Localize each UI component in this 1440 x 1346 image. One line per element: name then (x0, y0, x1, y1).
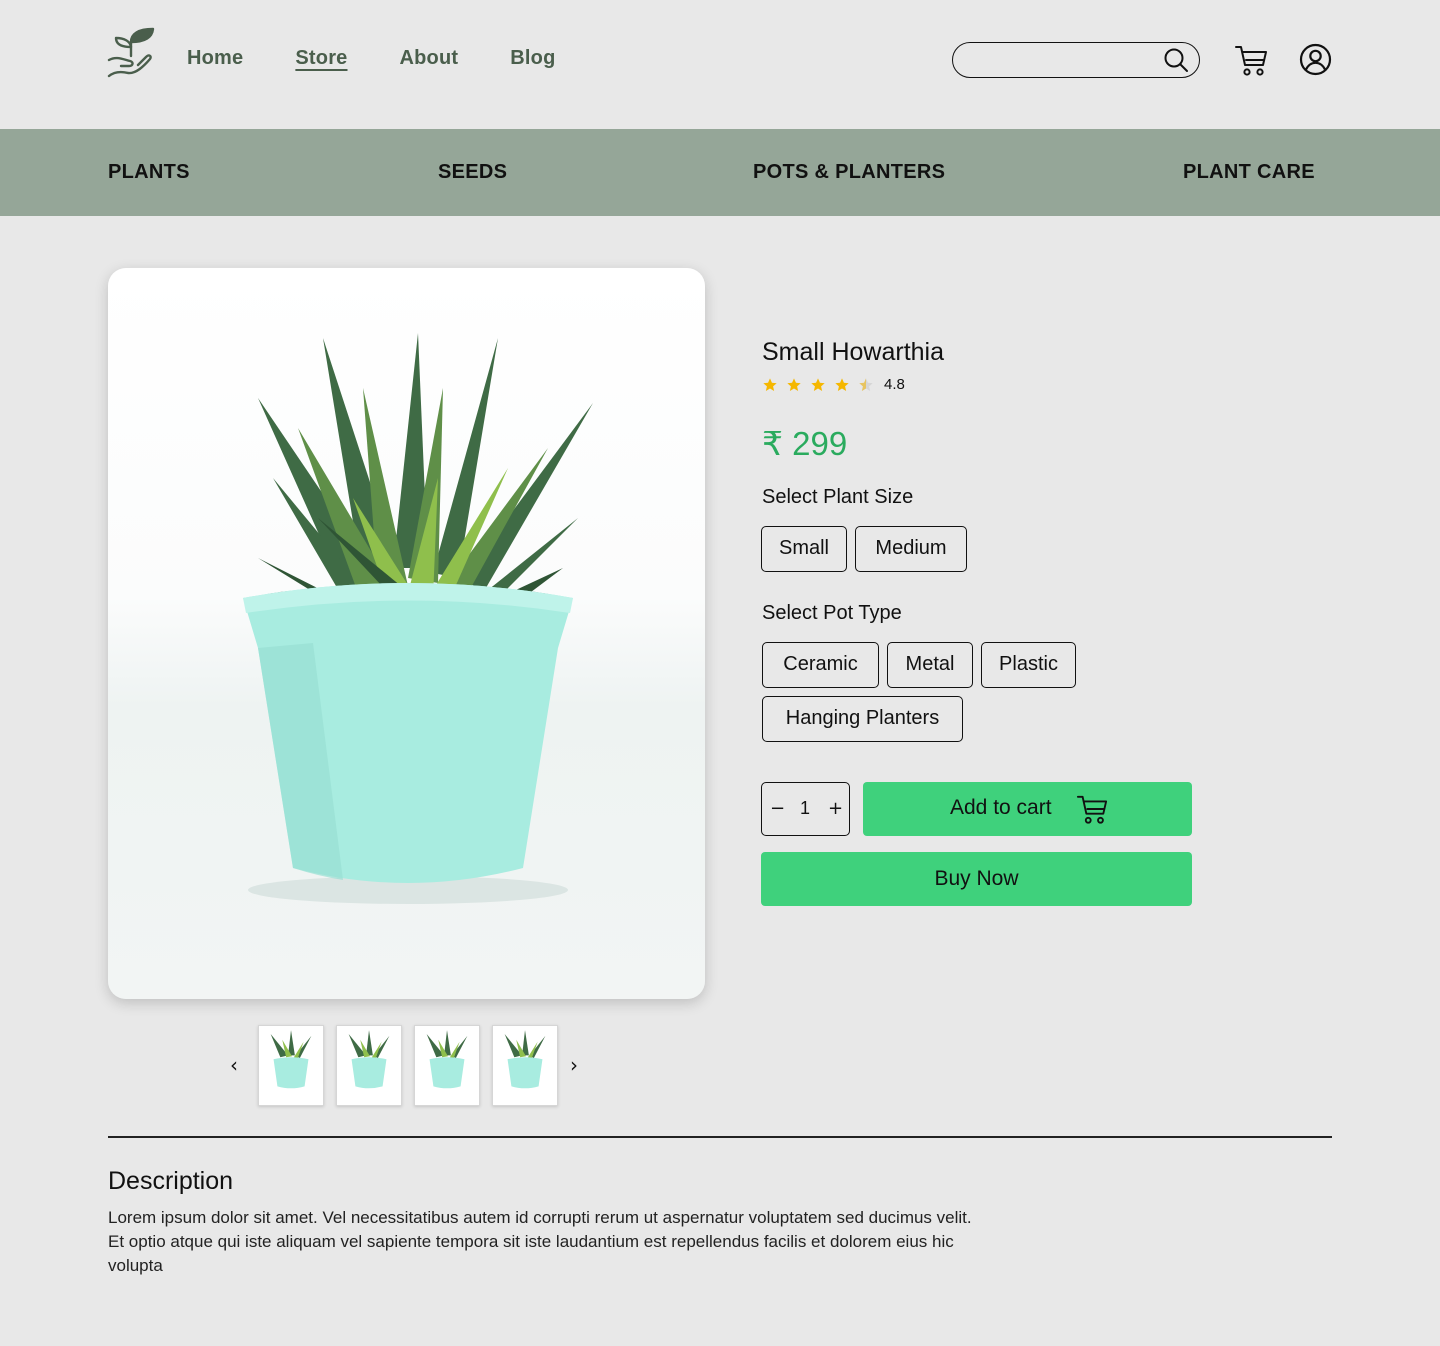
search-input[interactable] (967, 49, 1157, 71)
nav-store[interactable]: Store (295, 47, 347, 70)
product-title: Small Howarthia (762, 338, 945, 366)
star-half-icon (859, 377, 873, 391)
thumbnail-3[interactable] (414, 1025, 480, 1106)
thumbnail-4[interactable] (492, 1025, 558, 1106)
pot-option-plastic[interactable]: Plastic (981, 642, 1076, 688)
category-seeds[interactable]: SEEDS (438, 161, 507, 184)
cart-icon (1076, 795, 1108, 824)
star-icon (835, 377, 849, 391)
qty-value[interactable]: 1 (800, 798, 810, 819)
star-icon (811, 377, 825, 391)
star-icon (763, 377, 777, 391)
category-pots-planters[interactable]: POTS & PLANTERS (753, 161, 945, 184)
cart-icon[interactable] (1234, 43, 1268, 77)
seedling-hand-logo[interactable] (106, 26, 156, 80)
star-icon (787, 377, 801, 391)
buy-now-button[interactable]: Buy Now (761, 852, 1192, 906)
size-option-medium[interactable]: Medium (855, 526, 967, 572)
main-nav: Home Store About Blog (187, 47, 556, 70)
nav-blog[interactable]: Blog (510, 47, 555, 70)
product-rating: 4.8 (762, 376, 905, 393)
description-title: Description (108, 1167, 234, 1195)
product-main-image (108, 268, 705, 999)
description-text: Lorem ipsum dolor sit amet. Vel necessit… (108, 1208, 972, 1275)
product-price: ₹ 299 (762, 425, 848, 462)
size-option-small[interactable]: Small (761, 526, 847, 572)
pot-option-hanging-planters[interactable]: Hanging Planters (762, 696, 963, 742)
pot-option-ceramic[interactable]: Ceramic (762, 642, 879, 688)
user-icon[interactable] (1299, 43, 1332, 76)
thumbnail-1[interactable] (258, 1025, 324, 1106)
plant-illustration (243, 333, 593, 904)
pot-option-metal[interactable]: Metal (887, 642, 973, 688)
thumbnail-carousel: ‹ › (226, 1025, 586, 1107)
category-plants[interactable]: PLANTS (108, 161, 190, 184)
nav-home[interactable]: Home (187, 47, 243, 70)
size-label: Select Plant Size (762, 486, 914, 508)
qty-decrease-button[interactable]: − (770, 798, 785, 819)
thumbnail-plant-image (504, 1030, 546, 1089)
thumb-next-button[interactable]: › (570, 1053, 578, 1077)
thumbnail-plant-image (348, 1030, 390, 1089)
thumbnail-plant-image (270, 1030, 312, 1089)
quantity-stepper: − 1 + (761, 782, 850, 836)
rating-value: 4.8 (884, 376, 905, 393)
search-icon[interactable] (1163, 47, 1189, 73)
pot-type-label: Select Pot Type (762, 602, 902, 624)
search-box (952, 42, 1200, 78)
section-divider (108, 1136, 1332, 1138)
qty-increase-button[interactable]: + (828, 798, 843, 819)
category-bar: PLANTS SEEDS POTS & PLANTERS PLANT CARE (0, 129, 1440, 216)
add-to-cart-button[interactable]: Add to cart (863, 782, 1192, 836)
add-to-cart-label: Add to cart (950, 796, 1052, 819)
site-header: Home Store About Blog (0, 0, 1440, 129)
thumbnail-2[interactable] (336, 1025, 402, 1106)
thumb-prev-button[interactable]: ‹ (230, 1053, 238, 1077)
category-plant-care[interactable]: PLANT CARE (1183, 161, 1315, 184)
nav-about[interactable]: About (400, 47, 459, 70)
thumbnail-plant-image (426, 1030, 468, 1089)
